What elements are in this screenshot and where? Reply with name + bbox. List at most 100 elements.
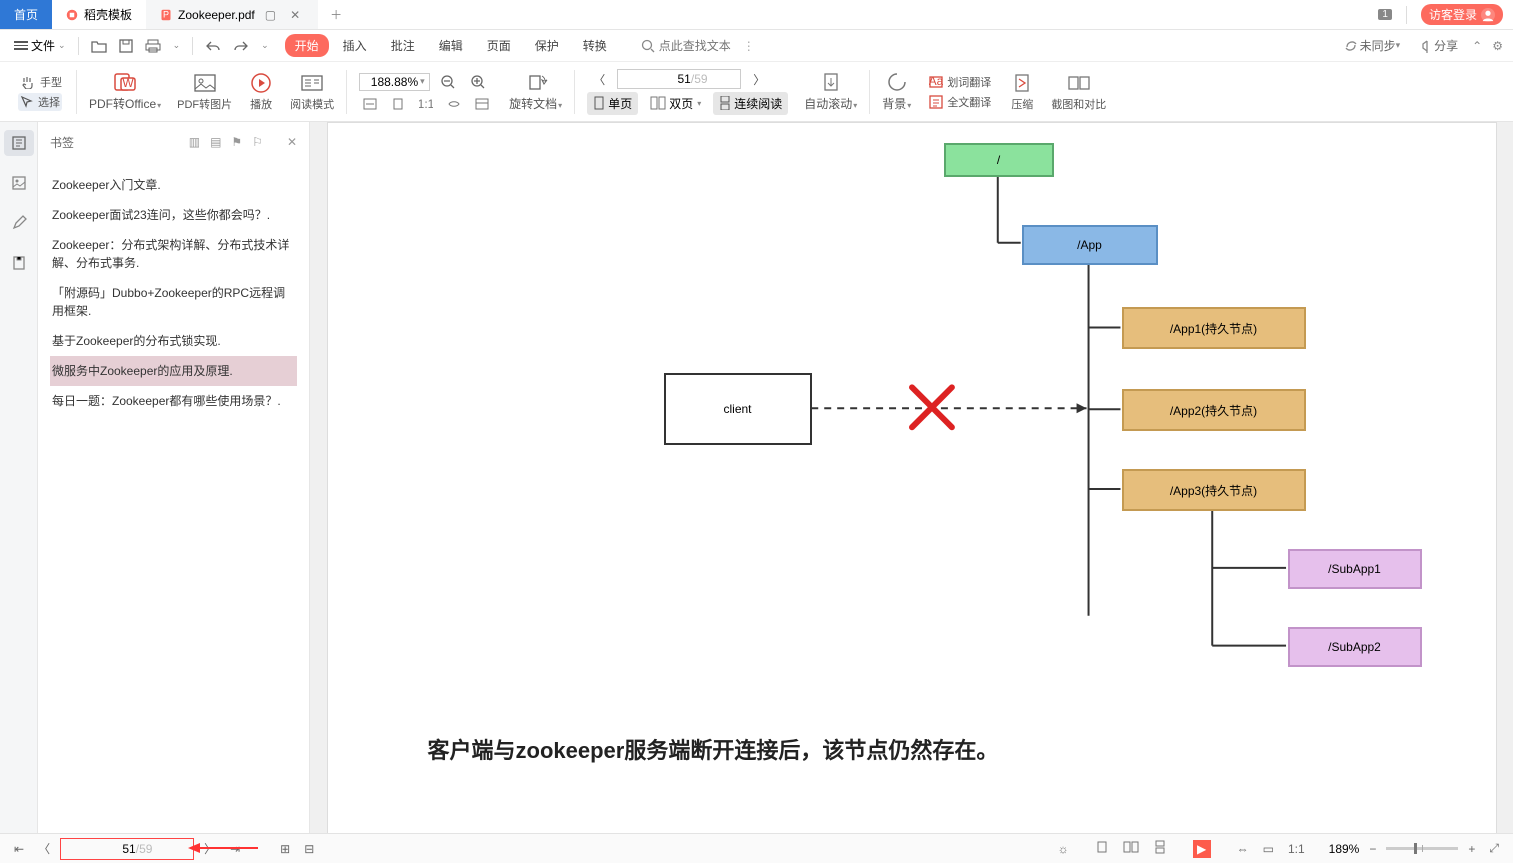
fit-visible-icon[interactable] bbox=[443, 95, 465, 113]
open-button[interactable] bbox=[87, 36, 111, 56]
add-tab-button[interactable]: ＋ bbox=[318, 0, 354, 29]
last-page-button[interactable]: ⇥ bbox=[226, 840, 244, 858]
page-total: /59 bbox=[691, 72, 708, 86]
zoom-slider[interactable] bbox=[1386, 847, 1458, 850]
rail-attachments[interactable] bbox=[4, 250, 34, 276]
sb-single-view-icon[interactable] bbox=[1091, 838, 1113, 859]
slideshow-icon[interactable]: ▶ bbox=[1193, 840, 1211, 858]
fit-page-icon[interactable] bbox=[387, 95, 409, 113]
ribbon-tab-insert[interactable]: 插入 bbox=[333, 34, 377, 57]
redo-dropdown[interactable]: ⌄ bbox=[257, 37, 273, 54]
fullscreen-icon[interactable]: ⤢ bbox=[1485, 839, 1503, 858]
zoom-combo[interactable]: ▾ bbox=[359, 73, 430, 91]
page-box[interactable]: 51/59 bbox=[60, 838, 194, 860]
notification-badge[interactable]: 1 bbox=[1378, 9, 1392, 20]
add-page-icon[interactable]: ⊞ bbox=[276, 840, 294, 858]
template-icon bbox=[66, 9, 78, 21]
auto-scroll[interactable]: 自动滚动▾ bbox=[796, 71, 865, 112]
settings-icon[interactable]: ⚙ bbox=[1492, 39, 1503, 53]
actual-size-sb-icon[interactable]: 1:1 bbox=[1284, 840, 1309, 858]
compress-button[interactable]: 压缩 bbox=[1001, 72, 1043, 112]
next-page-button-sb[interactable]: 〉 bbox=[200, 838, 220, 859]
tab-document[interactable]: P Zookeeper.pdf ▢ ✕ bbox=[146, 0, 318, 29]
rail-annotations[interactable] bbox=[4, 210, 34, 236]
zoom-in-sb[interactable]: + bbox=[1464, 840, 1479, 858]
print-button[interactable] bbox=[141, 36, 165, 56]
sync-button[interactable]: 未同步▾ bbox=[1340, 34, 1405, 57]
expand-all-icon[interactable]: ▥ bbox=[189, 135, 200, 149]
tab-close-icon[interactable]: ✕ bbox=[286, 8, 304, 22]
tab-home[interactable]: 首页 bbox=[0, 0, 52, 29]
zoom-in-button[interactable] bbox=[466, 71, 490, 93]
bookmark-settings-icon[interactable]: ⚐ bbox=[252, 135, 263, 149]
fit-width-icon[interactable] bbox=[359, 95, 381, 113]
double-page-button[interactable]: 双页▾ bbox=[644, 92, 707, 115]
ribbon-tab-edit[interactable]: 编辑 bbox=[429, 34, 473, 57]
play-button[interactable]: 播放 bbox=[240, 72, 282, 112]
ribbon-tab-page[interactable]: 页面 bbox=[477, 34, 521, 57]
svg-text:P: P bbox=[163, 9, 169, 19]
collapse-ribbon-icon[interactable]: ⌃ bbox=[1472, 39, 1482, 53]
first-page-button[interactable]: ⇤ bbox=[10, 840, 28, 858]
select-tool[interactable]: 选择 bbox=[18, 93, 62, 111]
eye-protect-icon[interactable]: ☼ bbox=[1054, 840, 1073, 858]
page-field[interactable]: 51/59 bbox=[617, 69, 741, 89]
hand-tool[interactable]: 手型 bbox=[18, 73, 64, 91]
add-bookmark-icon[interactable]: ⚑ bbox=[231, 135, 242, 149]
document-canvas[interactable]: / /App /App1(持久节点) /App2(持久节点) /App3(持久节… bbox=[310, 122, 1513, 833]
zoom-input[interactable] bbox=[364, 75, 418, 89]
undo-button[interactable] bbox=[201, 37, 225, 55]
single-page-button[interactable]: 单页 bbox=[587, 92, 638, 115]
save-button[interactable] bbox=[115, 36, 137, 56]
hand-label: 手型 bbox=[40, 74, 62, 90]
rotate-doc[interactable]: 旋转文档▾ bbox=[501, 71, 570, 112]
sb-continuous-view-icon[interactable] bbox=[1149, 838, 1171, 859]
prev-page-button[interactable]: 〈 bbox=[587, 69, 611, 90]
read-mode[interactable]: 阅读模式 bbox=[282, 72, 342, 112]
bookmark-item[interactable]: 「附源码」Dubbo+Zookeeper的RPC远程调用框架. bbox=[50, 278, 297, 326]
rail-thumbnails[interactable] bbox=[4, 170, 34, 196]
dict-translate[interactable]: Aa划词翻译 bbox=[927, 73, 993, 91]
pdf-to-office[interactable]: W PDF转Office▾ bbox=[81, 71, 169, 112]
collapse-all-icon[interactable]: ▤ bbox=[210, 135, 221, 149]
pdf-to-image[interactable]: PDF转图片 bbox=[169, 72, 240, 112]
bookmark-item[interactable]: 每日一题：Zookeeper都有哪些使用场景？. bbox=[50, 386, 297, 416]
file-menu[interactable]: 文件 ⌄ bbox=[10, 35, 70, 56]
ribbon-tab-convert[interactable]: 转换 bbox=[573, 34, 617, 57]
login-button[interactable]: 访客登录 bbox=[1421, 4, 1503, 25]
background-button[interactable]: 背景▾ bbox=[874, 71, 919, 112]
search-box[interactable]: ⋮ bbox=[641, 39, 755, 53]
search-input[interactable] bbox=[659, 39, 739, 53]
node-subapp1: /SubApp1 bbox=[1288, 549, 1422, 589]
bookmark-item[interactable]: Zookeeper：分布式架构详解、分布式技术详解、分布式事务. bbox=[50, 230, 297, 278]
tab-restore-icon[interactable]: ▢ bbox=[261, 8, 280, 22]
zoom-out-button[interactable] bbox=[436, 71, 460, 93]
tab-template[interactable]: 稻壳模板 bbox=[52, 0, 146, 29]
ribbon-tab-protect[interactable]: 保护 bbox=[525, 34, 569, 57]
ribbon-tab-comment[interactable]: 批注 bbox=[381, 34, 425, 57]
screenshot-compare[interactable]: 截图和对比 bbox=[1043, 72, 1114, 112]
close-panel-icon[interactable]: ✕ bbox=[287, 135, 297, 149]
bookmark-item-selected[interactable]: 微服务中Zookeeper的应用及原理. bbox=[50, 356, 297, 386]
compress-label: 压缩 bbox=[1011, 96, 1033, 112]
remove-page-icon[interactable]: ⊟ bbox=[300, 840, 318, 858]
bookmark-item[interactable]: Zookeeper面试23连问，这些你都会吗？. bbox=[50, 200, 297, 230]
bookmark-item[interactable]: 基于Zookeeper的分布式锁实现. bbox=[50, 326, 297, 356]
zoom-out-sb[interactable]: − bbox=[1365, 840, 1380, 858]
ribbon-tab-start[interactable]: 开始 bbox=[285, 34, 329, 57]
redo-button[interactable] bbox=[229, 37, 253, 55]
fit-page-sb-icon[interactable]: ▭ bbox=[1259, 840, 1278, 858]
sb-double-view-icon[interactable] bbox=[1119, 838, 1143, 859]
rail-bookmarks[interactable] bbox=[4, 130, 34, 156]
fit-more-icon[interactable] bbox=[471, 95, 493, 113]
next-page-button[interactable]: 〉 bbox=[747, 69, 771, 90]
prev-page-button-sb[interactable]: 〈 bbox=[34, 838, 54, 859]
bookmark-item[interactable]: Zookeeper入门文章. bbox=[50, 170, 297, 200]
search-more-icon[interactable]: ⋮ bbox=[743, 39, 755, 53]
continuous-button[interactable]: 连续阅读 bbox=[713, 92, 788, 115]
fit-actual-icon[interactable]: 1:1 bbox=[415, 95, 437, 113]
share-button[interactable]: 分享 bbox=[1414, 34, 1462, 57]
print-dropdown[interactable]: ⌄ bbox=[169, 37, 185, 54]
fit-width-sb-icon[interactable]: ⇔ bbox=[1233, 840, 1253, 858]
full-translate[interactable]: 全文翻译 bbox=[927, 93, 993, 111]
